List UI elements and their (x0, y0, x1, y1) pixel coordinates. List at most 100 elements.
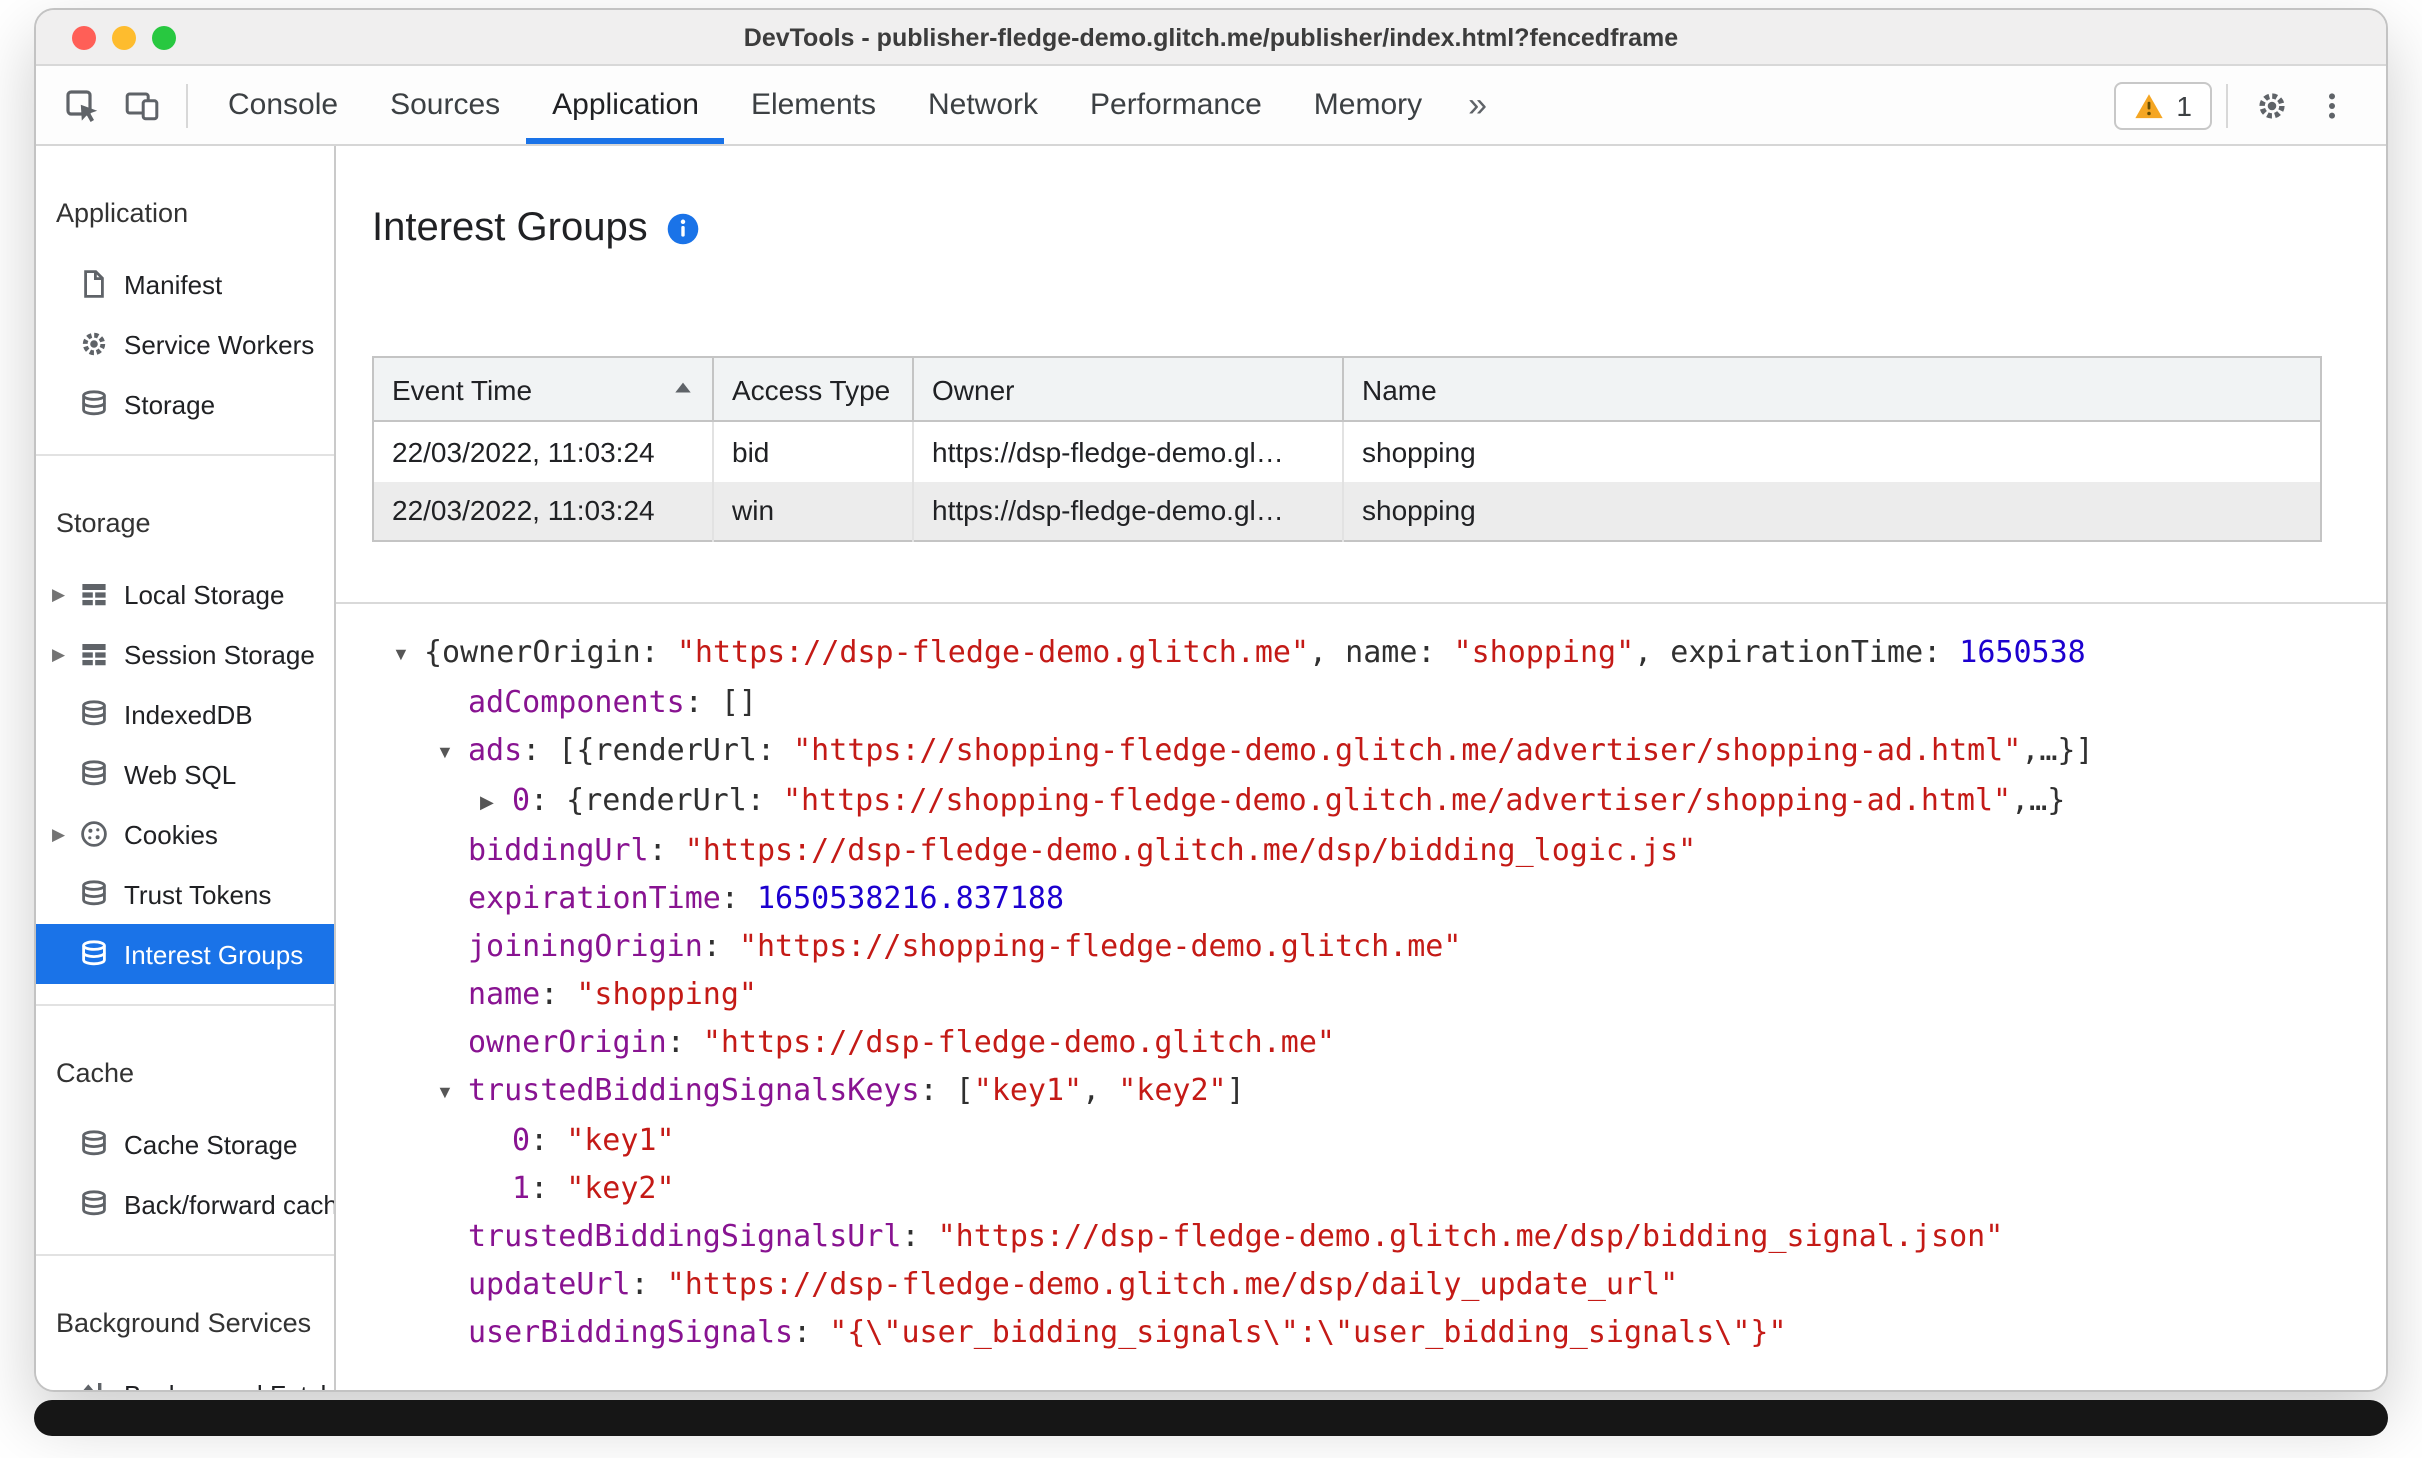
tree-line: userBiddingSignals: "{\"user_bidding_sig… (372, 1308, 2386, 1356)
tab-elements[interactable]: Elements (725, 66, 902, 144)
table-row[interactable]: 22/03/2022, 11:03:24 win https://dsp-fledg… (373, 481, 2321, 541)
column-header-event-time[interactable]: Event Time (373, 357, 714, 422)
inspect-icon (64, 87, 100, 123)
sidebar-section-storage: Storage ▶ Local Storage ▶ Session Storage Ind… (36, 456, 334, 984)
cookie-icon (78, 818, 110, 850)
column-header-access-type[interactable]: Access Type (713, 357, 914, 422)
expand-arrow-icon[interactable]: ▶ (52, 583, 78, 605)
token-string: "https://shopping-fledge-demo.glitch.me" (738, 928, 1462, 964)
tab-application[interactable]: Application (526, 66, 726, 144)
sidebar-item-local-storage[interactable]: ▶ Local Storage (36, 564, 334, 624)
tree-line: expirationTime: 1650538216.837188 (372, 874, 2386, 922)
table-cell: https://dsp-fledge-demo.gl… (913, 481, 1344, 541)
token-number: 1650538 (1959, 634, 2086, 670)
close-button[interactable] (72, 25, 96, 49)
issues-badge[interactable]: 1 (2114, 81, 2212, 129)
sidebar-item-background-fetch[interactable]: Background Fetch (36, 1364, 334, 1390)
sidebar-item-indexeddb[interactable]: IndexedDB (36, 684, 334, 744)
device-toolbar-button[interactable] (112, 75, 172, 135)
token-plain: : (901, 1218, 938, 1254)
collapse-arrow-icon[interactable]: ▼ (392, 630, 424, 678)
token-key: userBiddingSignals (468, 1314, 794, 1350)
tab-sources[interactable]: Sources (364, 66, 526, 144)
table-row[interactable]: 22/03/2022, 11:03:24 bid https://dsp-fledg… (373, 421, 2321, 481)
database-icon (78, 758, 110, 790)
collapse-arrow-icon[interactable]: ▼ (436, 1068, 468, 1116)
table-cell: shopping (1343, 481, 2321, 541)
token-string: "key1" (973, 1072, 1083, 1108)
sidebar-item-label: Web SQL (124, 759, 237, 789)
info-icon[interactable] (666, 212, 700, 246)
tree-line: adComponents: [] (372, 678, 2386, 726)
device-toolbar-icon (124, 87, 160, 123)
expand-arrow-icon[interactable]: ▶ (52, 823, 78, 845)
settings-button[interactable] (2242, 75, 2302, 135)
zoom-button[interactable] (152, 25, 176, 49)
inspect-button[interactable] (52, 75, 112, 135)
minimize-button[interactable] (112, 25, 136, 49)
devtools-toolbar: Console Sources Application Elements Network… (36, 66, 2386, 146)
background-fetch-icon (78, 1378, 110, 1390)
token-key: joiningOrigin (468, 928, 703, 964)
token-key: name (468, 976, 541, 1012)
toolbar-divider (2226, 83, 2228, 127)
expand-arrow-icon[interactable]: ▶ (52, 643, 78, 665)
sidebar-item-label: Service Workers (124, 329, 315, 359)
database-icon (78, 388, 110, 420)
sidebar-section-application: Application Manifest Service Workers Storag… (36, 146, 334, 434)
sidebar-item-session-storage[interactable]: ▶ Session Storage (36, 624, 334, 684)
token-key: biddingUrl (468, 832, 649, 868)
token-key: 0 (512, 782, 531, 818)
token-key: ownerOrigin (468, 1024, 667, 1060)
tree-line[interactable]: ▼ ads: [{renderUrl: "https://shopping-fle… (372, 726, 2386, 776)
tree-line: biddingUrl: "https://dsp-fledge-demo.gli… (372, 826, 2386, 874)
tree-line[interactable]: ▼ {ownerOrigin: "https://dsp-fledge-demo.… (372, 628, 2386, 678)
collapse-arrow-icon[interactable]: ▼ (436, 728, 468, 776)
tab-memory[interactable]: Memory (1288, 66, 1448, 144)
warning-icon (2134, 91, 2164, 119)
token-plain: : (530, 1122, 567, 1158)
database-icon (78, 878, 110, 910)
tree-line: trustedBiddingSignalsUrl: "https://dsp-f… (372, 1212, 2386, 1260)
token-string: "https://shopping-fledge-demo.glitch.me/… (782, 782, 2012, 818)
table-cell: shopping (1362, 435, 1476, 468)
sidebar-item-web-sql[interactable]: Web SQL (36, 744, 334, 804)
sidebar-item-label: Storage (124, 389, 216, 419)
sidebar-section-title: Storage (56, 508, 151, 538)
sidebar-item-back-forward-cach[interactable]: Back/forward cach (36, 1174, 334, 1234)
sidebar-section-title: Application (56, 198, 189, 228)
sidebar-item-interest-groups[interactable]: Interest Groups (36, 924, 334, 984)
devtools-window: DevTools - publisher-fledge-demo.glitch.… (34, 8, 2388, 1392)
expand-arrow-icon[interactable]: ▶ (480, 778, 512, 826)
sidebar-item-label: Back/forward cach (124, 1189, 334, 1219)
tree-line[interactable]: ▼ trustedBiddingSignalsKeys: ["key1", "ke… (372, 1066, 2386, 1116)
tree-line: joiningOrigin: "https://shopping-fledge-… (372, 922, 2386, 970)
tree-line[interactable]: ▶ 0: {renderUrl: "https://shopping-fledge… (372, 776, 2386, 826)
sidebar-item-trust-tokens[interactable]: Trust Tokens (36, 864, 334, 924)
tab-network[interactable]: Network (902, 66, 1064, 144)
sidebar-item-cookies[interactable]: ▶ Cookies (36, 804, 334, 864)
more-tabs-button[interactable]: » (1448, 85, 1507, 125)
sidebar-item-cache-storage[interactable]: Cache Storage (36, 1114, 334, 1174)
sidebar-item-manifest[interactable]: Manifest (36, 254, 334, 314)
token-plain: : [{renderUrl: (522, 732, 794, 768)
token-plain: : (540, 976, 577, 1012)
token-string: "key1" (566, 1122, 675, 1158)
tree-line: 0: "key1" (372, 1116, 2386, 1164)
column-header-name[interactable]: Name (1343, 357, 2321, 422)
token-key: 1 (512, 1170, 531, 1206)
tab-console[interactable]: Console (202, 66, 364, 144)
tab-performance[interactable]: Performance (1064, 66, 1288, 144)
more-options-button[interactable] (2302, 75, 2362, 135)
settings-gear-icon (2254, 87, 2290, 123)
token-plain: , expirationTime: (1634, 634, 1960, 670)
column-header-owner[interactable]: Owner (913, 357, 1344, 422)
sidebar-item-storage[interactable]: Storage (36, 374, 334, 434)
sort-ascending-icon (672, 378, 694, 400)
table-cell: bid (713, 421, 914, 481)
devtools-content: Application Manifest Service Workers Storag… (36, 146, 2386, 1390)
sidebar-item-service-workers[interactable]: Service Workers (36, 314, 334, 374)
sidebar-section-title: Background Services (56, 1308, 312, 1338)
token-string: "https://shopping-fledge-demo.glitch.me/… (793, 732, 2022, 768)
token-plain: : (666, 1024, 703, 1060)
